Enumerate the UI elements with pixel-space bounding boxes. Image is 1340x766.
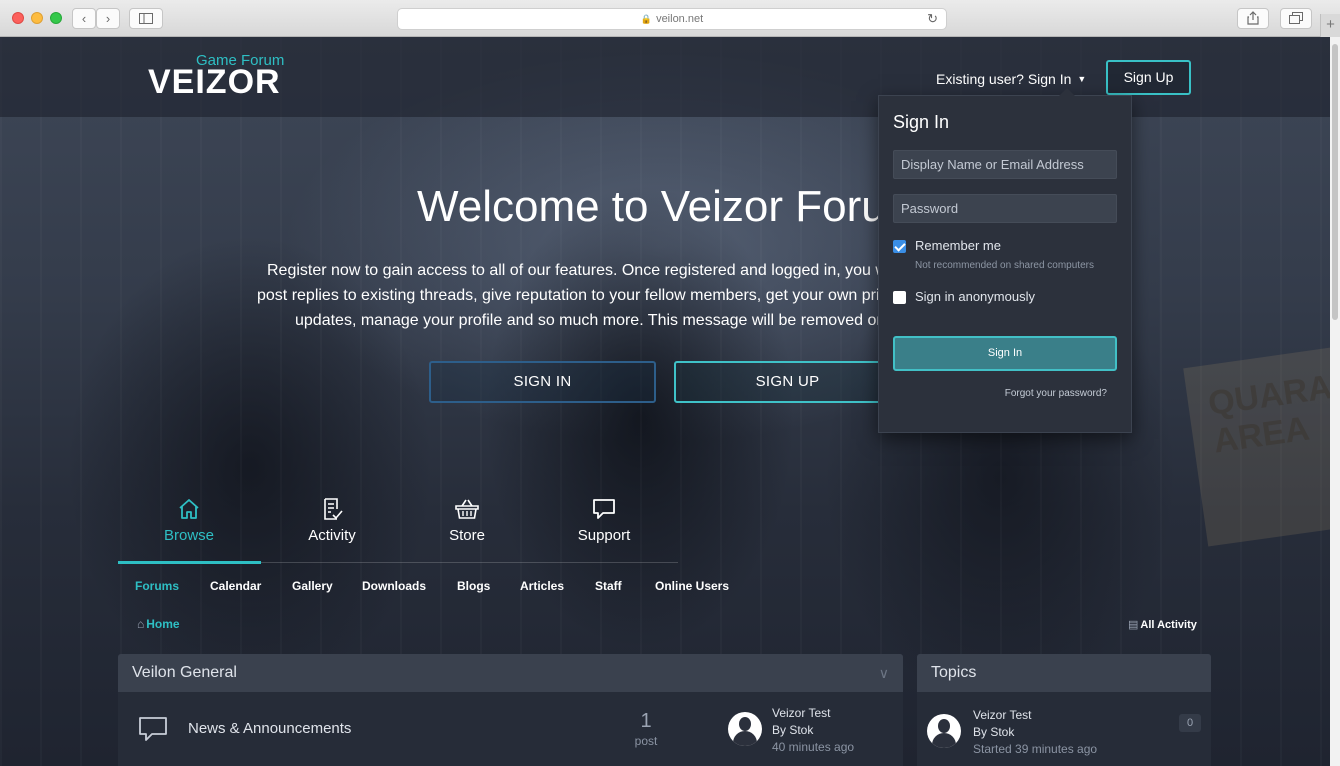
avatar[interactable] [927,714,961,748]
sidebar-toggle-button[interactable] [129,8,163,29]
topics-panel: Topics Veizor Test By Stok Started 39 mi… [917,654,1211,766]
post-count-label: post [634,734,658,748]
home-icon: ⌂ [137,617,145,631]
tab-label: Browse [163,527,215,544]
caret-down-icon: ▼ [1077,74,1087,84]
address-bar[interactable]: 🔒 veilon.net ↻ [397,8,947,30]
subnav-blogs[interactable]: Blogs [457,579,490,593]
topic-row: Veizor Test By Stok Started 39 minutes a… [917,692,1211,766]
password-input[interactable] [893,194,1117,223]
tabs-icon [1289,12,1303,24]
share-icon [1247,11,1259,25]
basket-icon [455,499,479,519]
last-post-time: 40 minutes ago [772,740,855,754]
post-count: 1 [640,710,652,732]
forum-category-panel: Veilon General ∨ News & Announcements 1 … [118,654,903,766]
header-sign-up-button[interactable]: Sign Up [1106,60,1191,95]
activity-list-icon: ▤ [1128,619,1139,631]
share-button[interactable] [1237,8,1269,29]
reload-icon[interactable]: ↻ [927,9,938,29]
subnav-gallery[interactable]: Gallery [292,579,333,593]
back-button[interactable]: ‹ [72,8,96,29]
url-text: veilon.net [656,13,704,25]
breadcrumb-home: Home [146,617,180,631]
page: QUARANTINE AREA Game Forum VEIZOR Existi… [0,37,1330,766]
tab-store[interactable]: Store [396,497,538,544]
all-activity-link[interactable]: ▤ All Activity [1128,618,1197,631]
reply-count-badge: 0 [1179,714,1201,732]
remember-me-label[interactable]: Remember me [915,238,1001,253]
topic-started: Started 39 minutes ago [973,742,1098,756]
sign-in-dropdown: Sign In Remember me Not recommended on s… [878,88,1132,433]
activity-icon [324,498,343,520]
forward-button[interactable]: › [96,8,120,29]
all-activity-label: All Activity [1140,619,1197,631]
subnav-forums[interactable]: Forums [135,579,179,593]
hero-intro-line: Register now to gain access to all of ou… [267,262,887,279]
subnav-articles[interactable]: Articles [520,579,564,593]
topics-header: Topics [917,654,1211,692]
site-logo[interactable]: VEIZOR [148,63,281,102]
category-title: Veilon General [132,664,237,681]
scrollbar-thumb[interactable] [1332,44,1338,320]
tab-activity[interactable]: Activity [261,497,403,544]
hero-title: Welcome to Veizor Foru [417,182,886,231]
subnav-downloads[interactable]: Downloads [362,579,426,593]
anonymous-label[interactable]: Sign in anonymously [915,289,1035,304]
tab-support[interactable]: Support [533,497,675,544]
topic-author[interactable]: By Stok [973,724,1097,741]
subnav-online-users[interactable]: Online Users [655,579,729,593]
home-icon [179,499,199,519]
chat-icon [593,499,615,519]
hero-sign-in-button[interactable]: SIGN IN [429,361,656,403]
category-header[interactable]: Veilon General ∨ [118,654,903,692]
hero-intro-line: post replies to existing threads, give r… [257,287,888,304]
hero-intro-line: updates, manage your profile and so much… [295,312,886,329]
dropdown-caret [1059,88,1075,96]
forgot-password-link[interactable]: Forgot your password? [1005,388,1107,399]
sign-in-title: Sign In [893,112,950,132]
tabs-overview-button[interactable] [1280,8,1312,29]
minimize-window-button[interactable] [31,12,43,24]
tab-label: Activity [308,527,356,544]
subnav-staff[interactable]: Staff [595,579,622,593]
quarantine-text: QUARANTINE AREA [1205,353,1330,461]
existing-user-label: Existing user? Sign In [936,71,1072,87]
last-post-author[interactable]: By Stok [772,722,854,739]
display-name-input[interactable] [893,150,1117,179]
tab-browse[interactable]: Browse [118,497,260,544]
last-post-title[interactable]: Veizor Test [772,705,854,722]
forum-name-link[interactable]: News & Announcements [188,720,351,737]
breadcrumb[interactable]: ⌂ Home [137,617,180,631]
sign-in-submit-button[interactable]: Sign In [893,336,1117,371]
topics-title: Topics [931,664,977,681]
last-post-info: Veizor Test By Stok 40 minutes ago [772,705,854,756]
new-tab-button[interactable]: + [1320,14,1340,37]
anonymous-checkbox[interactable] [893,291,906,304]
chevron-down-icon[interactable]: ∨ [879,654,889,692]
topic-info: Veizor Test By Stok Started 39 minutes a… [973,707,1097,758]
hero-sign-up-button[interactable]: SIGN UP [674,361,901,403]
forum-chat-icon [139,717,167,741]
tab-label: Support [577,527,631,544]
remember-me-checkbox[interactable] [893,240,906,253]
maximize-window-button[interactable] [50,12,62,24]
remember-me-note: Not recommended on shared computers [915,260,1094,271]
quarantine-sign: QUARANTINE AREA [1183,347,1330,547]
existing-user-sign-in-link[interactable]: Existing user? Sign In ▼ [936,71,1086,87]
avatar[interactable] [728,712,762,746]
active-tab-indicator [118,561,261,564]
topic-title[interactable]: Veizor Test [973,707,1097,724]
tab-label: Store [449,527,485,544]
sidebar-icon [139,13,153,24]
browser-toolbar: ‹ › 🔒 veilon.net ↻ + [0,0,1340,37]
close-window-button[interactable] [12,12,24,24]
lock-icon: 🔒 [640,14,653,24]
subnav-calendar[interactable]: Calendar [210,579,261,593]
forum-row: News & Announcements 1 post Veizor Test … [118,692,903,766]
